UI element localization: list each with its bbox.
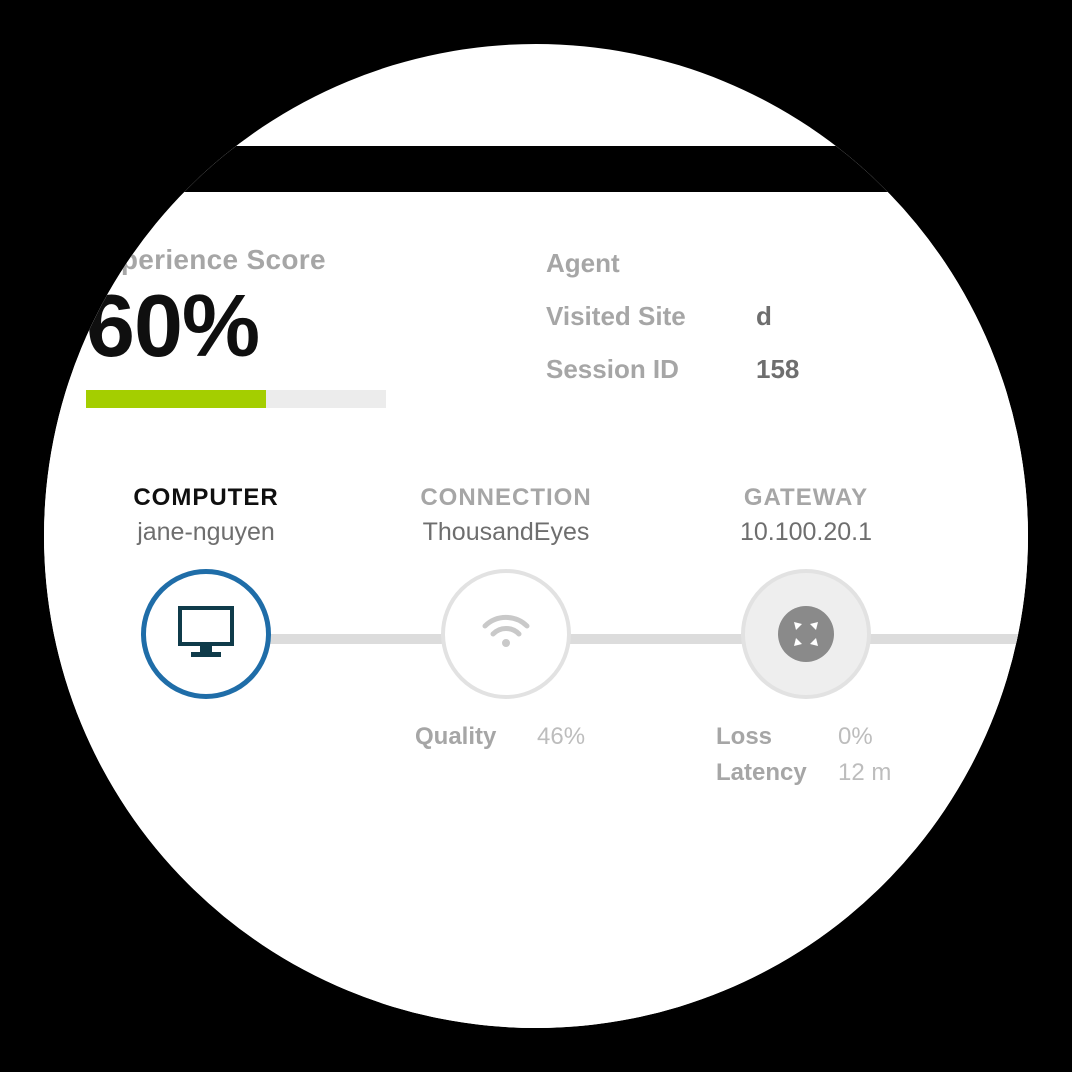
experience-score-value: 60% [86,282,546,370]
node-gateway-name: 10.100.20.1 [676,518,936,547]
session-id-label: Session ID [546,354,716,385]
wifi-icon [481,612,531,657]
experience-score-label: Experience Score [86,244,546,276]
gateway-latency-value: 12 m [838,759,898,787]
gateway-loss-value: 0% [838,723,898,751]
path-visualization: COMPUTER jane-nguyen [86,484,1028,864]
connection-quality-value: 46% [537,723,597,751]
experience-score-bar [86,390,386,408]
node-gateway-bubble[interactable] [741,569,871,699]
gateway-icon [778,606,834,662]
node-connection-bubble[interactable] [441,569,571,699]
node-gateway[interactable]: GATEWAY 10.100.20.1 [676,484,936,795]
experience-score-block: Experience Score 60% [86,244,546,408]
connection-quality-label: Quality [415,723,515,751]
node-computer[interactable]: COMPUTER jane-nguyen [76,484,336,699]
browser-window: Experience Score 60% Agent Visited Site [44,146,1028,1028]
window-minimize-icon[interactable] [90,162,104,176]
window-zoom-icon[interactable] [114,162,128,176]
visited-site-value: d [756,301,772,332]
experience-score-bar-fill [86,390,266,408]
session-metadata: Agent Visited Site d Session ID 158 [546,244,799,408]
gateway-latency-label: Latency [716,759,816,787]
circular-viewport: Experience Score 60% Agent Visited Site [44,44,1028,1028]
visited-site-label: Visited Site [546,301,716,332]
node-computer-bubble[interactable] [141,569,271,699]
node-gateway-category: GATEWAY [676,484,936,512]
monitor-icon [177,605,235,664]
node-connection-category: CONNECTION [376,484,636,512]
node-connection[interactable]: CONNECTION ThousandEyes [376,484,636,759]
gateway-loss-label: Loss [716,723,816,751]
node-connection-name: ThousandEyes [376,518,636,547]
node-computer-name: jane-nguyen [76,518,336,547]
agent-label: Agent [546,248,716,279]
node-computer-category: COMPUTER [76,484,336,512]
window-titlebar [44,146,1028,192]
window-close-icon[interactable] [66,162,80,176]
session-id-value: 158 [756,354,799,385]
